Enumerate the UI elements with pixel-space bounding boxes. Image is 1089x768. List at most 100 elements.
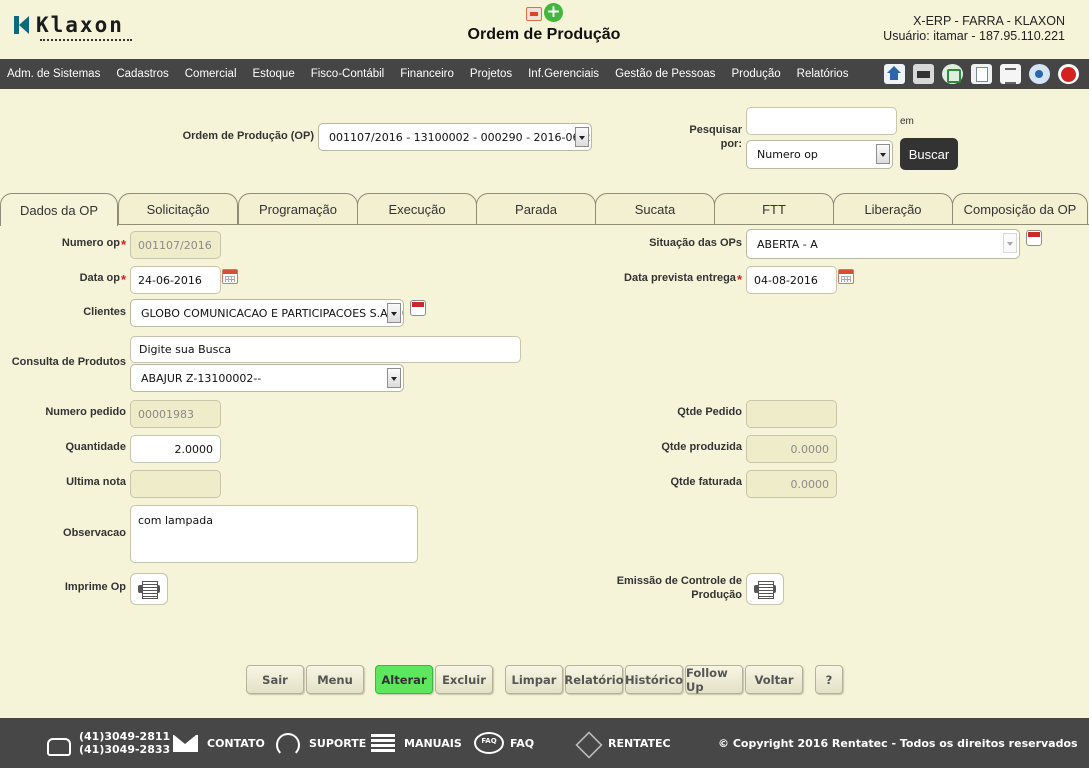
rentatec-link[interactable]: RENTATEC xyxy=(608,737,671,750)
pdf-icon[interactable] xyxy=(526,7,542,21)
quantidade-field[interactable]: 2.0000 xyxy=(130,435,221,463)
menu-item-relatorios[interactable]: Relatórios xyxy=(789,68,857,80)
menu-item-cadastros[interactable]: Cadastros xyxy=(108,68,176,80)
op-select[interactable]: 001107/2016 - 13100002 - 000290 - 2016-0… xyxy=(318,123,592,151)
menu-item-adm-sistemas[interactable]: Adm. de Sistemas xyxy=(0,68,108,80)
excluir-button[interactable]: Excluir xyxy=(435,665,493,694)
menu-item-inf-gerenciais[interactable]: Inf.Gerenciais xyxy=(520,68,607,80)
tab-sucata[interactable]: Sucata xyxy=(595,193,715,225)
ultima-nota-field xyxy=(130,470,221,498)
calendar-icon[interactable] xyxy=(222,269,238,284)
ultima-nota-label: Ultima nota xyxy=(66,476,126,488)
add-icon[interactable]: + xyxy=(544,3,563,22)
voltar-button[interactable]: Voltar xyxy=(745,665,803,694)
op-select-label: Ordem de Produção (OP) xyxy=(182,130,314,142)
emissao-controle-print-button[interactable] xyxy=(746,573,784,605)
tab-ftt[interactable]: FTT xyxy=(714,193,834,225)
mail-icon xyxy=(173,732,199,754)
required-mark: * xyxy=(736,272,742,287)
footer-manuais[interactable]: MANUAIS xyxy=(370,718,462,768)
footer-copyright: © Copyright 2016 Rentatec - Todos os dir… xyxy=(718,718,1078,768)
imprime-op-print-button[interactable] xyxy=(130,573,168,605)
menu-item-fisco-contabil[interactable]: Fisco-Contábil xyxy=(303,68,393,80)
list-icon[interactable] xyxy=(1000,64,1021,84)
tab-programacao[interactable]: Programação xyxy=(238,193,358,225)
action-button-bar: Sair Menu Alterar Excluir Limpar Relatór… xyxy=(0,665,1089,695)
recycle-icon[interactable] xyxy=(942,64,963,84)
buscar-button[interactable]: Buscar xyxy=(900,138,958,170)
system-line: X-ERP - FARRA - KLAXON xyxy=(913,14,1065,28)
produto-select[interactable]: ABAJUR Z-13100002-- xyxy=(130,364,404,392)
tab-composicao-op[interactable]: Composição da OP xyxy=(952,193,1088,225)
footer-suporte[interactable]: SUPORTE xyxy=(275,718,366,768)
menu-item-estoque[interactable]: Estoque xyxy=(245,68,303,80)
menu-button[interactable]: Menu xyxy=(306,665,364,694)
print-icon[interactable] xyxy=(913,64,934,84)
tab-liberacao[interactable]: Liberação xyxy=(833,193,953,225)
emissao-controle-label-line1: Emissão de Controle de xyxy=(616,575,742,587)
faq-link[interactable]: FAQ xyxy=(510,737,534,750)
power-icon[interactable] xyxy=(1058,64,1079,84)
data-op-label-text: Data op xyxy=(79,272,120,284)
search-field-select[interactable]: Numero op xyxy=(746,140,893,169)
required-mark: * xyxy=(120,237,126,252)
klaxon-logo: Klaxon xyxy=(14,14,132,41)
qtde-pedido-field xyxy=(746,400,837,428)
follow-up-button[interactable]: Follow Up xyxy=(685,665,743,694)
search-input[interactable] xyxy=(746,107,897,135)
historico-button[interactable]: Histórico xyxy=(625,665,683,694)
chevron-down-icon[interactable] xyxy=(575,127,589,147)
home-icon[interactable] xyxy=(884,64,905,84)
phone-numbers: (41)3049-2811 (41)3049-2833 xyxy=(79,730,170,756)
data-prevista-label-text: Data prevista entrega xyxy=(624,272,736,284)
tab-execucao[interactable]: Execução xyxy=(357,193,477,225)
menu-item-projetos[interactable]: Projetos xyxy=(462,68,520,80)
tab-solicitacao[interactable]: Solicitação xyxy=(118,193,238,225)
data-op-field[interactable]: 24-06-2016 xyxy=(130,266,221,294)
footer-phones: (41)3049-2811 (41)3049-2833 xyxy=(45,718,170,768)
menu-item-gestao-pessoas[interactable]: Gestão de Pessoas xyxy=(607,68,723,80)
calendar-icon[interactable] xyxy=(838,269,854,284)
help-icon[interactable] xyxy=(1029,64,1050,84)
copyright-text: © Copyright 2016 Rentatec - Todos os dir… xyxy=(718,736,1078,750)
system-info: X-ERP - FARRA - KLAXON Usuário: itamar -… xyxy=(883,14,1065,44)
footer-contato[interactable]: CONTATO xyxy=(173,718,265,768)
chevron-down-icon[interactable] xyxy=(1003,233,1017,253)
page-title: Ordem de Produção xyxy=(467,26,621,43)
help-button[interactable]: ? xyxy=(815,665,843,694)
clientes-select[interactable]: GLOBO COMUNICACAO E PARTICIPACOES S.A. -… xyxy=(130,299,404,327)
rentatec-icon xyxy=(574,732,600,754)
document-icon[interactable] xyxy=(971,64,992,84)
relatorio-button[interactable]: Relatório xyxy=(564,665,624,694)
footer-rentatec[interactable]: RENTATEC xyxy=(574,718,671,768)
observacao-textarea[interactable]: com lampada xyxy=(130,505,418,563)
tab-dados-op[interactable]: Dados da OP xyxy=(0,193,118,226)
menu-item-producao[interactable]: Produção xyxy=(723,68,788,80)
limpar-button[interactable]: Limpar xyxy=(505,665,563,694)
books-icon xyxy=(370,732,396,754)
clientes-lookup-icon[interactable] xyxy=(410,300,426,316)
situacao-lookup-icon[interactable] xyxy=(1026,230,1042,246)
chevron-down-icon[interactable] xyxy=(387,368,401,388)
chevron-down-icon[interactable] xyxy=(876,144,890,164)
produto-search-input[interactable]: Digite sua Busca xyxy=(130,336,521,363)
consulta-produtos-label: Consulta de Produtos xyxy=(11,356,126,368)
observacao-label: Observacao xyxy=(63,527,126,539)
numero-op-label: Numero op* xyxy=(20,237,126,252)
footer-faq[interactable]: FAQ xyxy=(474,718,534,768)
suporte-link[interactable]: SUPORTE xyxy=(309,737,366,750)
alterar-button[interactable]: Alterar xyxy=(375,665,433,694)
menu-item-comercial[interactable]: Comercial xyxy=(177,68,245,80)
situacao-select[interactable]: ABERTA - A xyxy=(746,229,1020,259)
sair-button[interactable]: Sair xyxy=(246,665,304,694)
qtde-faturada-field: 0.0000 xyxy=(746,470,837,498)
manuais-link[interactable]: MANUAIS xyxy=(404,737,462,750)
header: Klaxon + Ordem de Produção X-ERP - FARRA… xyxy=(0,0,1089,59)
phone-number-2: (41)3049-2833 xyxy=(79,743,171,756)
menu-item-financeiro[interactable]: Financeiro xyxy=(392,68,462,80)
tab-parada[interactable]: Parada xyxy=(476,193,596,225)
produto-value: ABAJUR Z-13100002-- xyxy=(141,371,262,385)
data-prevista-field[interactable]: 04-08-2016 xyxy=(746,266,837,294)
chevron-down-icon[interactable] xyxy=(387,303,401,323)
contato-link[interactable]: CONTATO xyxy=(207,737,265,750)
